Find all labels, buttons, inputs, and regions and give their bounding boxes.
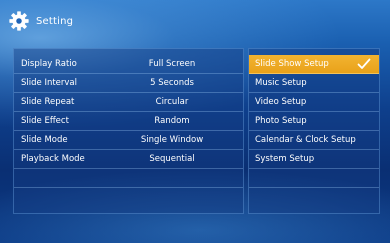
setting-value: 5 Seconds (150, 78, 194, 88)
setting-label: Playback Mode (21, 154, 85, 164)
setting-row-display-ratio[interactable]: Display Ratio Full Screen (14, 55, 243, 74)
empty-row (14, 169, 243, 188)
setting-row-slide-interval[interactable]: Slide Interval 5 Seconds (14, 74, 243, 93)
setting-screen: Setting Display Ratio Full Screen Slide … (0, 0, 390, 243)
setting-label: Slide Interval (21, 78, 77, 88)
empty-row (249, 169, 379, 188)
header: Setting (8, 8, 73, 34)
setting-label: Slide Repeat (21, 97, 75, 107)
setting-value: Random (154, 116, 190, 126)
menu-item-label: System Setup (255, 154, 315, 164)
page-title: Setting (36, 15, 74, 27)
setting-label: Slide Effect (21, 116, 69, 126)
setting-row-slide-mode[interactable]: Slide Mode Single Window (14, 131, 243, 150)
setting-label: Slide Mode (21, 135, 68, 145)
setting-row-playback-mode[interactable]: Playback Mode Sequential (14, 150, 243, 169)
menu-item-calendar-clock-setup[interactable]: Calendar & Clock Setup (249, 131, 379, 150)
setting-value: Single Window (140, 135, 204, 145)
menu-item-photo-setup[interactable]: Photo Setup (249, 112, 379, 131)
setting-value: Circular (155, 97, 189, 107)
menu-item-video-setup[interactable]: Video Setup (249, 93, 379, 112)
menu-item-label: Music Setup (255, 78, 307, 88)
setting-row-slide-repeat[interactable]: Slide Repeat Circular (14, 93, 243, 112)
setting-label: Display Ratio (21, 59, 77, 69)
menu-item-label: Slide Show Setup (255, 59, 329, 69)
menu-item-slide-show-setup[interactable]: Slide Show Setup (249, 55, 379, 74)
menu-item-label: Calendar & Clock Setup (255, 135, 356, 145)
menu-item-label: Photo Setup (255, 116, 307, 126)
gear-icon (9, 11, 29, 31)
menu-item-label: Video Setup (255, 97, 307, 107)
setting-row-slide-effect[interactable]: Slide Effect Random (14, 112, 243, 131)
settings-panel: Display Ratio Full Screen Slide Interval… (13, 48, 244, 214)
menu-item-system-setup[interactable]: System Setup (249, 150, 379, 169)
menu-item-music-setup[interactable]: Music Setup (249, 74, 379, 93)
checkmark-icon (357, 58, 371, 69)
setup-menu: Slide Show Setup Music Setup Video Setup… (248, 48, 380, 214)
setting-value: Sequential (149, 154, 195, 164)
setting-value: Full Screen (148, 59, 196, 69)
